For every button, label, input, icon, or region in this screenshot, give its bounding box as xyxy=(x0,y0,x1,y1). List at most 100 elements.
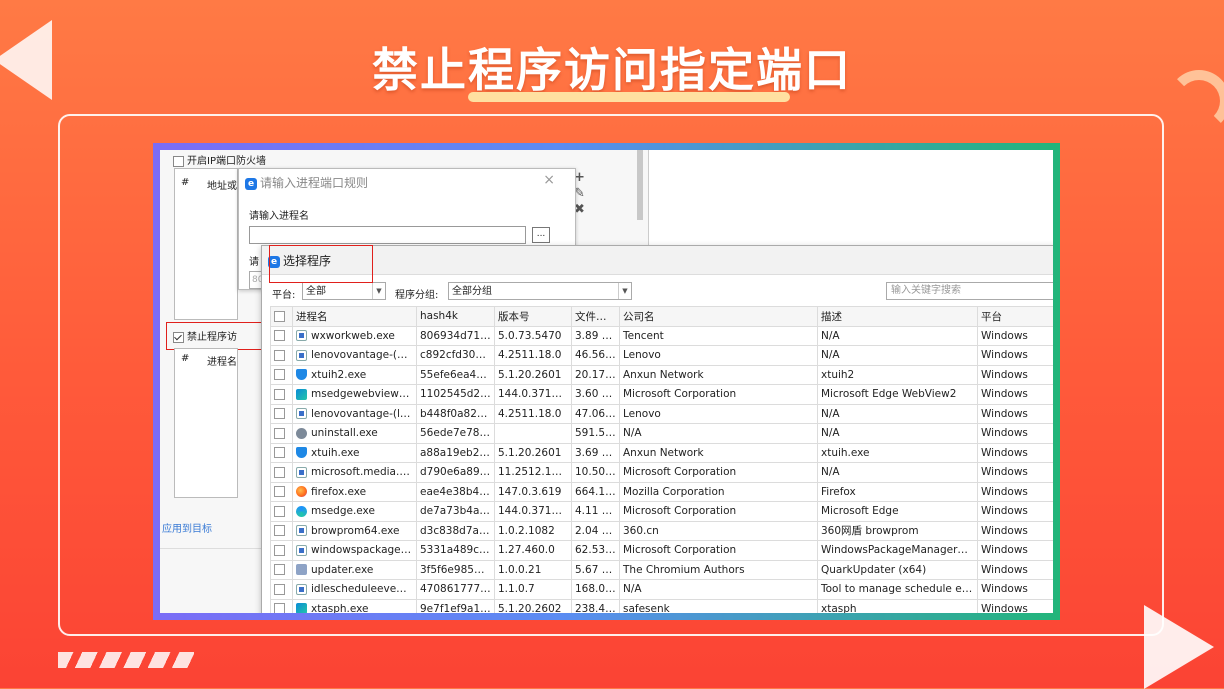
row-checkbox[interactable] xyxy=(270,598,293,613)
rule-toolbar: + ✎ ✖ xyxy=(574,170,588,218)
row-checkbox[interactable] xyxy=(270,520,293,541)
row-checkbox[interactable] xyxy=(270,384,293,405)
checkbox[interactable] xyxy=(274,583,285,595)
cell-hash: eae4e38b48cd xyxy=(416,481,495,502)
table-row[interactable]: microsoft.media.pl... d790e6a89cce 11.2512… xyxy=(270,462,1053,483)
row-checkbox[interactable] xyxy=(270,462,293,483)
group-label: 程序分组: xyxy=(395,290,439,301)
row-checkbox[interactable] xyxy=(270,559,293,580)
table-row[interactable]: idlescheduleeventa... 4708617777e8 1.1.0.7… xyxy=(270,579,1053,600)
cell-hash: 56ede7e781ee xyxy=(416,423,495,444)
apply-to-target-link[interactable]: 应用到目标 xyxy=(162,520,212,535)
row-checkbox[interactable] xyxy=(270,481,293,502)
platform-select[interactable]: 全部 ▼ xyxy=(302,282,386,300)
row-checkbox[interactable] xyxy=(270,423,293,444)
checkbox[interactable] xyxy=(274,369,285,381)
cell-platform: Windows xyxy=(977,579,1053,600)
table-row[interactable]: xtuih2.exe 55efe6ea4719 5.1.20.2601 20.17 .… xyxy=(270,364,1053,385)
table-row[interactable]: wxworkweb.exe 806934d71a0c 5.0.73.5470 3.89… xyxy=(270,325,1053,346)
group-select[interactable]: 全部分组 ▼ xyxy=(448,282,632,300)
col-header-hash[interactable]: hash4k xyxy=(416,306,495,327)
address-list[interactable]: # 地址或 xyxy=(174,168,238,320)
col-header-company[interactable]: 公司名 xyxy=(619,306,818,327)
checkbox[interactable] xyxy=(274,408,285,420)
table-row[interactable]: updater.exe 3f5f6e985989 1.0.0.21 5.67 MB Th… xyxy=(270,559,1053,580)
checkbox[interactable] xyxy=(274,447,285,459)
process-name-input[interactable] xyxy=(249,226,526,244)
row-checkbox[interactable] xyxy=(270,501,293,522)
table-row[interactable]: browprom64.exe d3c838d7a67e 1.0.2.1082 2.04… xyxy=(270,520,1053,541)
table-row[interactable]: lenovovantage-(len... b448f0a824e8 4.2511.… xyxy=(270,403,1053,424)
process-name: uninstall.exe xyxy=(311,427,378,440)
table-row[interactable]: uninstall.exe 56ede7e781ee 591.54... N/A N/A… xyxy=(270,423,1053,444)
table-row[interactable]: msedge.exe de7a73b4a76a144.0.3719.1044.11… xyxy=(270,501,1053,522)
cell-version: 1.1.0.7 xyxy=(494,579,572,600)
checkbox[interactable] xyxy=(274,349,285,361)
row-checkbox[interactable] xyxy=(270,442,293,463)
firewall-checkbox[interactable] xyxy=(173,155,184,167)
app-logo-icon: e xyxy=(245,177,257,190)
cell-desc: N/A xyxy=(817,345,978,366)
checkbox[interactable] xyxy=(274,466,285,478)
generic-exe-icon xyxy=(296,544,307,556)
checkbox[interactable] xyxy=(274,427,285,439)
firewall-toggle[interactable]: 开启IP端口防火墙 xyxy=(173,152,266,167)
cell-platform: Windows xyxy=(977,540,1053,561)
col-header-desc[interactable]: 描述 xyxy=(817,306,978,327)
table-row[interactable]: xtuih.exe a88a19eb219c 5.1.20.2601 3.69 MB A… xyxy=(270,442,1053,463)
process-rule-list[interactable]: # 进程名 xyxy=(174,348,238,498)
checkbox[interactable] xyxy=(274,388,285,400)
cell-size: 238.43... xyxy=(571,598,620,613)
checkbox[interactable] xyxy=(274,603,285,613)
row-checkbox[interactable] xyxy=(270,540,293,561)
cell-platform: Windows xyxy=(977,481,1053,502)
row-checkbox[interactable] xyxy=(270,579,293,600)
checkbox[interactable] xyxy=(274,505,285,517)
table-row[interactable]: lenovovantage-(ge... c892cfd30d27 4.2511.1… xyxy=(270,345,1053,366)
process-name: msedge.exe xyxy=(311,505,375,518)
col-header-version[interactable]: 版本号 xyxy=(494,306,572,327)
col-header-size[interactable]: 文件大小 xyxy=(571,306,620,327)
delete-icon[interactable]: ✖ xyxy=(574,202,588,218)
cell-hash: 9e7f1ef9a14d xyxy=(416,598,495,613)
checkbox[interactable] xyxy=(274,330,285,342)
cell-process: firefox.exe xyxy=(292,481,417,502)
browse-button[interactable]: ... xyxy=(532,227,550,243)
col-header-platform[interactable]: 平台 xyxy=(977,306,1053,327)
table-row[interactable]: firefox.exe eae4e38b48cd 147.0.3.619 664.13… xyxy=(270,481,1053,502)
process-rule-col-index: # xyxy=(181,353,190,364)
cell-process: lenovovantage-(ge... xyxy=(292,345,417,366)
cell-version: 144.0.3719.104 xyxy=(494,501,572,522)
add-icon[interactable]: + xyxy=(574,170,588,186)
close-icon[interactable]: × xyxy=(543,172,555,188)
checkbox[interactable] xyxy=(274,564,285,576)
row-checkbox[interactable] xyxy=(270,325,293,346)
row-checkbox[interactable] xyxy=(270,345,293,366)
row-checkbox[interactable] xyxy=(270,364,293,385)
select-program-dialog: e 选择程序 平台: 全部 ▼ 程序分组: 全部分组 ▼ 输入关键字搜索 进程名 ha… xyxy=(261,245,1053,613)
edit-icon[interactable]: ✎ xyxy=(574,186,588,202)
background-right-pane xyxy=(648,150,1053,245)
table-row[interactable]: msedgewebview2.e... 1102545d2c1e 144.0.371… xyxy=(270,384,1053,405)
checkbox[interactable] xyxy=(274,544,285,556)
edge-webview-icon xyxy=(296,388,307,400)
cell-platform: Windows xyxy=(977,364,1053,385)
col-header-process[interactable]: 进程名 xyxy=(292,306,417,327)
checkbox[interactable] xyxy=(274,525,285,537)
select-all-checkbox[interactable] xyxy=(270,306,293,327)
cell-platform: Windows xyxy=(977,598,1053,613)
cell-process: wxworkweb.exe xyxy=(292,325,417,346)
checkbox[interactable] xyxy=(274,486,285,498)
table-row[interactable]: windowspackagem... 5331a489cae1 1.27.460.0… xyxy=(270,540,1053,561)
cell-version: 5.1.20.2601 xyxy=(494,364,572,385)
process-name: msedgewebview2.e... xyxy=(311,388,417,401)
group-select-value: 全部分组 xyxy=(452,286,492,297)
cell-hash: d790e6a89cce xyxy=(416,462,495,483)
search-input[interactable]: 输入关键字搜索 xyxy=(886,282,1053,300)
cell-desc: N/A xyxy=(817,423,978,444)
cell-company: Mozilla Corporation xyxy=(619,481,818,502)
background-scrollbar[interactable] xyxy=(637,150,643,220)
row-checkbox[interactable] xyxy=(270,403,293,424)
cell-version: 4.2511.18.0 xyxy=(494,403,572,424)
table-row[interactable]: xtasph.exe 9e7f1ef9a14d 5.1.20.2602 238.43.… xyxy=(270,598,1053,613)
